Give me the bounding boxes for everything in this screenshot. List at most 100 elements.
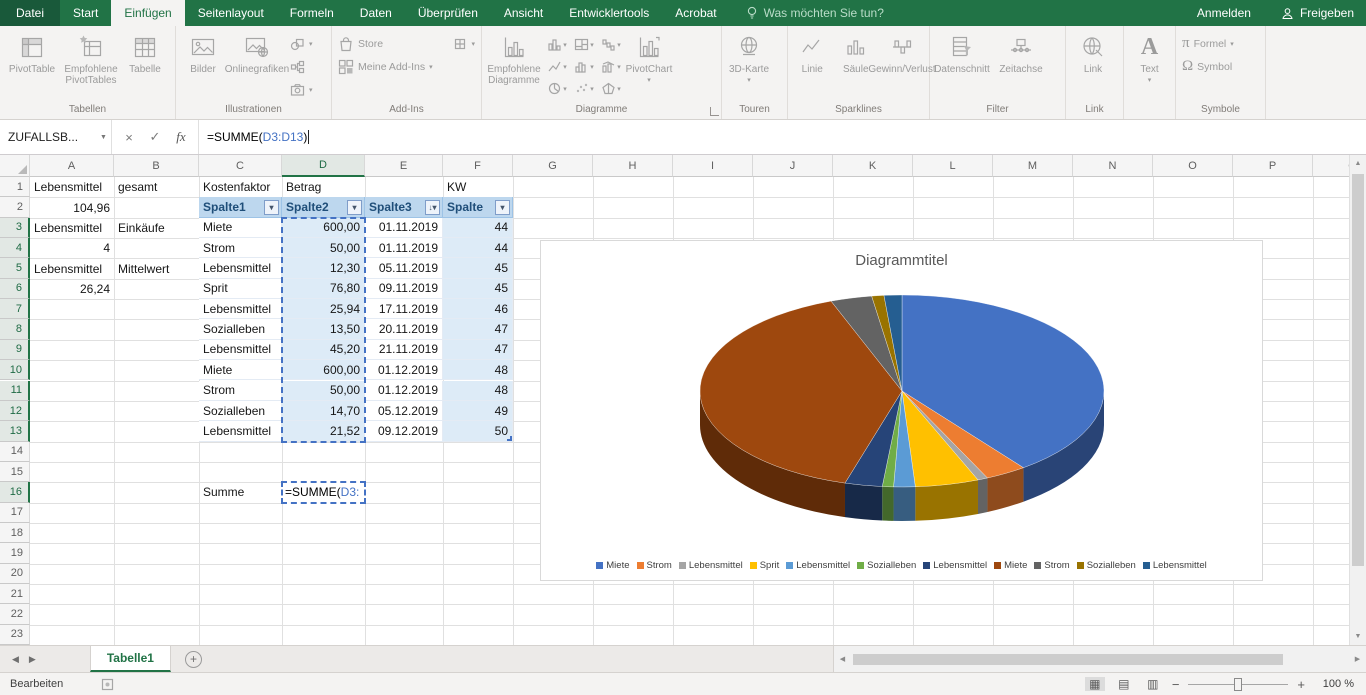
cell-C5[interactable]: Lebensmittel [199, 258, 282, 278]
tab-formeln[interactable]: Formeln [277, 0, 347, 26]
filter-dropdown-Spalte[interactable]: ▾ [495, 200, 510, 215]
cell-E12[interactable]: 05.12.2019 [365, 401, 443, 421]
column-header-M[interactable]: M [993, 155, 1073, 177]
pictures-button[interactable]: Bilder [179, 29, 227, 101]
row-header-2[interactable]: 2 [0, 197, 30, 217]
recommended-charts-button[interactable]: Empfohlene Diagramme [485, 29, 543, 101]
cell-C3[interactable]: Miete [199, 218, 282, 238]
cell-F9[interactable]: 47 [443, 340, 513, 360]
symbol-button[interactable]: ΩSymbol [1179, 56, 1237, 77]
horizontal-scrollbar[interactable]: ◀ ▶ [833, 646, 1366, 672]
cell-A2[interactable]: 104,96 [30, 197, 114, 217]
cell-F6[interactable]: 45 [443, 279, 513, 299]
column-header-P[interactable]: P [1233, 155, 1313, 177]
page-layout-view-button[interactable]: ▤ [1114, 677, 1134, 691]
my-addins-button[interactable]: Meine Add-Ins▾ [335, 56, 449, 77]
tab-ansicht[interactable]: Ansicht [491, 0, 556, 26]
enter-button[interactable]: ✓ [142, 129, 168, 145]
cell-D7[interactable]: 25,94 [282, 299, 365, 319]
cell-F7[interactable]: 46 [443, 299, 513, 319]
column-header-A[interactable]: A [30, 155, 114, 177]
cell-D9[interactable]: 45,20 [282, 340, 365, 360]
row-header-23[interactable]: 23 [0, 625, 30, 645]
online-pictures-button[interactable]: Onlinegrafiken [228, 29, 286, 101]
row-header-1[interactable]: 1 [0, 177, 30, 197]
column-header-G[interactable]: G [513, 155, 593, 177]
cell-E9[interactable]: 21.11.2019 [365, 340, 443, 360]
cell-D5[interactable]: 12,30 [282, 258, 365, 278]
column-header-O[interactable]: O [1153, 155, 1233, 177]
pie-chart-object[interactable]: Diagrammtitel MieteStromLebensmittelSpri… [540, 240, 1263, 581]
column-header-E[interactable]: E [365, 155, 443, 177]
cell-C16[interactable]: Summe [199, 482, 282, 502]
cell-C9[interactable]: Lebensmittel [199, 340, 282, 360]
charts-dialog-launcher-icon[interactable] [710, 107, 719, 116]
cell-D13[interactable]: 21,52 [282, 421, 365, 441]
new-sheet-button[interactable]: + [185, 651, 202, 668]
tell-me-search[interactable]: Was möchten Sie tun? [746, 0, 884, 26]
row-header-13[interactable]: 13 [0, 421, 30, 441]
sheet-nav-left-icon[interactable]: ◀ [12, 654, 19, 665]
insert-scatter-chart-button[interactable]: ▾ [571, 78, 597, 99]
recent-addin-button[interactable]: ▾ [450, 33, 478, 54]
table-button[interactable]: Tabelle [121, 29, 169, 101]
macro-record-button[interactable] [101, 678, 114, 691]
cell-F10[interactable]: 48 [443, 360, 513, 380]
zoom-in-button[interactable]: + [1297, 677, 1305, 692]
cell-E13[interactable]: 09.12.2019 [365, 421, 443, 441]
cell-E7[interactable]: 17.11.2019 [365, 299, 443, 319]
cell-F12[interactable]: 49 [443, 401, 513, 421]
page-break-view-button[interactable]: ▥ [1143, 677, 1163, 691]
cell-E4[interactable]: 01.11.2019 [365, 238, 443, 258]
cell-D3[interactable]: 600,00 [282, 218, 365, 238]
insert-surface-chart-button[interactable]: ▾ [598, 78, 624, 99]
filter-dropdown-Spalte3[interactable]: ↓▾ [425, 200, 440, 215]
row-header-14[interactable]: 14 [0, 442, 30, 462]
tab-daten[interactable]: Daten [347, 0, 405, 26]
table-resize-handle[interactable] [507, 436, 512, 441]
column-header-F[interactable]: F [443, 155, 513, 177]
row-header-10[interactable]: 10 [0, 360, 30, 380]
row-header-16[interactable]: 16 [0, 482, 30, 502]
equation-button[interactable]: πFormel▾ [1179, 33, 1237, 54]
column-header-C[interactable]: C [199, 155, 282, 177]
zoom-level[interactable]: 100 % [1314, 678, 1354, 690]
column-header-K[interactable]: K [833, 155, 913, 177]
cell-E3[interactable]: 01.11.2019 [365, 218, 443, 238]
name-box-dropdown-icon[interactable]: ▼ [96, 120, 112, 154]
cell-F8[interactable]: 47 [443, 319, 513, 339]
column-header-N[interactable]: N [1073, 155, 1153, 177]
column-header-Q[interactable]: Q [1313, 155, 1349, 177]
tab-ueberpruefen[interactable]: Überprüfen [405, 0, 491, 26]
tab-seitenlayout[interactable]: Seitenlayout [185, 0, 277, 26]
legend-item-Lebensmittel[interactable]: Lebensmittel [1143, 560, 1207, 571]
cell-F11[interactable]: 48 [443, 381, 513, 401]
screenshot-button[interactable]: ▾ [287, 79, 316, 100]
cell-A5[interactable]: Lebensmittel [30, 258, 114, 278]
scroll-right-icon[interactable]: ▶ [1349, 655, 1366, 663]
vertical-scrollbar-thumb[interactable] [1352, 174, 1364, 566]
row-header-19[interactable]: 19 [0, 543, 30, 563]
column-header-J[interactable]: J [753, 155, 833, 177]
cell-C12[interactable]: Sozialleben [199, 401, 282, 421]
cell-C10[interactable]: Miete [199, 360, 282, 380]
row-header-8[interactable]: 8 [0, 319, 30, 339]
cell-E5[interactable]: 05.11.2019 [365, 258, 443, 278]
row-header-7[interactable]: 7 [0, 299, 30, 319]
legend-item-Strom[interactable]: Strom [637, 560, 672, 571]
chart-title[interactable]: Diagrammtitel [541, 252, 1262, 269]
editing-cell-D16[interactable]: =SUMME(D3: [281, 481, 366, 503]
legend-item-Sprit[interactable]: Sprit [750, 560, 780, 571]
legend-item-Lebensmittel[interactable]: Lebensmittel [923, 560, 987, 571]
text-button[interactable]: A Text ▾ [1127, 29, 1172, 101]
pivottable-button[interactable]: PivotTable [3, 29, 61, 101]
column-header-I[interactable]: I [673, 155, 753, 177]
cell-E6[interactable]: 09.11.2019 [365, 279, 443, 299]
name-box[interactable]: ZUFALLSB... [0, 120, 96, 154]
tab-datei[interactable]: Datei [0, 0, 60, 26]
legend-item-Sozialleben[interactable]: Sozialleben [857, 560, 916, 571]
insert-line-chart-button[interactable]: ▾ [544, 56, 570, 77]
row-header-6[interactable]: 6 [0, 279, 30, 299]
row-header-15[interactable]: 15 [0, 462, 30, 482]
sheet-tab-tabelle1[interactable]: Tabelle1 [90, 646, 171, 672]
